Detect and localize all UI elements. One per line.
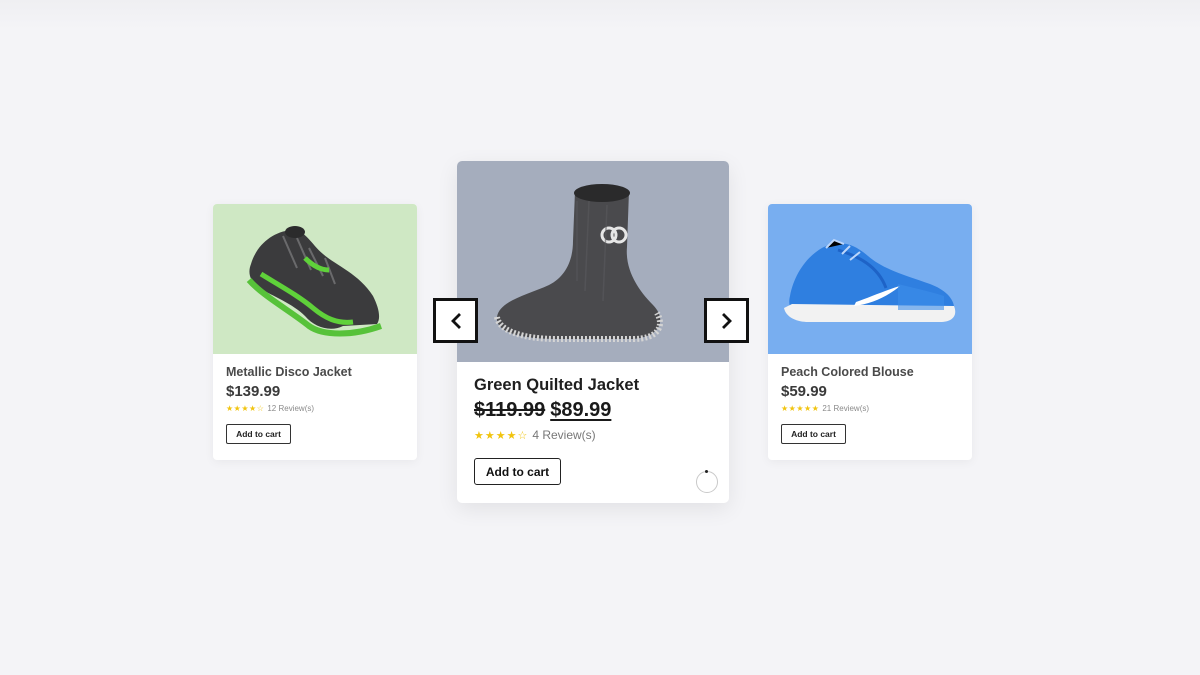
product-rating: ★★★★★ 21 Review(s) bbox=[781, 404, 959, 413]
star-rating-icon: ★★★★☆ bbox=[226, 404, 265, 413]
sale-price: $89.99 bbox=[550, 399, 612, 421]
green-running-shoe-image bbox=[246, 226, 383, 337]
grey-sock-shoe-image bbox=[494, 184, 663, 342]
carousel-prev-button[interactable] bbox=[433, 298, 478, 343]
review-count[interactable]: 4 Review(s) bbox=[532, 428, 595, 442]
product-name[interactable]: Metallic Disco Jacket bbox=[226, 365, 404, 379]
original-price: $119.99 bbox=[474, 399, 546, 421]
product-image[interactable] bbox=[213, 204, 417, 354]
product-image[interactable] bbox=[768, 204, 972, 354]
product-image[interactable] bbox=[457, 161, 729, 362]
chevron-right-icon bbox=[721, 312, 732, 329]
loading-spinner-icon bbox=[696, 469, 718, 493]
product-rating: ★★★★☆ 4 Review(s) bbox=[474, 428, 712, 442]
chevron-left-icon bbox=[450, 312, 461, 329]
product-card-left[interactable]: Metallic Disco Jacket $139.99 ★★★★☆ 12 R… bbox=[213, 204, 417, 460]
carousel-stage: Metallic Disco Jacket $139.99 ★★★★☆ 12 R… bbox=[0, 0, 1200, 675]
add-to-cart-button[interactable]: Add to cart bbox=[474, 458, 561, 485]
star-rating-icon: ★★★★☆ bbox=[474, 429, 529, 442]
product-price: $139.99 bbox=[226, 383, 281, 400]
product-name[interactable]: Peach Colored Blouse bbox=[781, 365, 959, 379]
product-name[interactable]: Green Quilted Jacket bbox=[474, 376, 712, 395]
product-card-right[interactable]: Peach Colored Blouse $59.99 ★★★★★ 21 Rev… bbox=[768, 204, 972, 460]
product-card-center[interactable]: Green Quilted Jacket $119.99 $89.99 ★★★★… bbox=[457, 161, 729, 503]
product-price: $59.99 bbox=[781, 383, 827, 400]
product-rating: ★★★★☆ 12 Review(s) bbox=[226, 404, 404, 413]
product-price: $119.99 $89.99 bbox=[474, 399, 712, 422]
blue-sneaker-image bbox=[784, 238, 956, 322]
add-to-cart-button[interactable]: Add to cart bbox=[781, 424, 846, 444]
review-count[interactable]: 21 Review(s) bbox=[822, 404, 869, 413]
add-to-cart-button[interactable]: Add to cart bbox=[226, 424, 291, 444]
star-rating-icon: ★★★★★ bbox=[781, 404, 820, 413]
carousel-next-button[interactable] bbox=[704, 298, 749, 343]
review-count[interactable]: 12 Review(s) bbox=[267, 404, 314, 413]
